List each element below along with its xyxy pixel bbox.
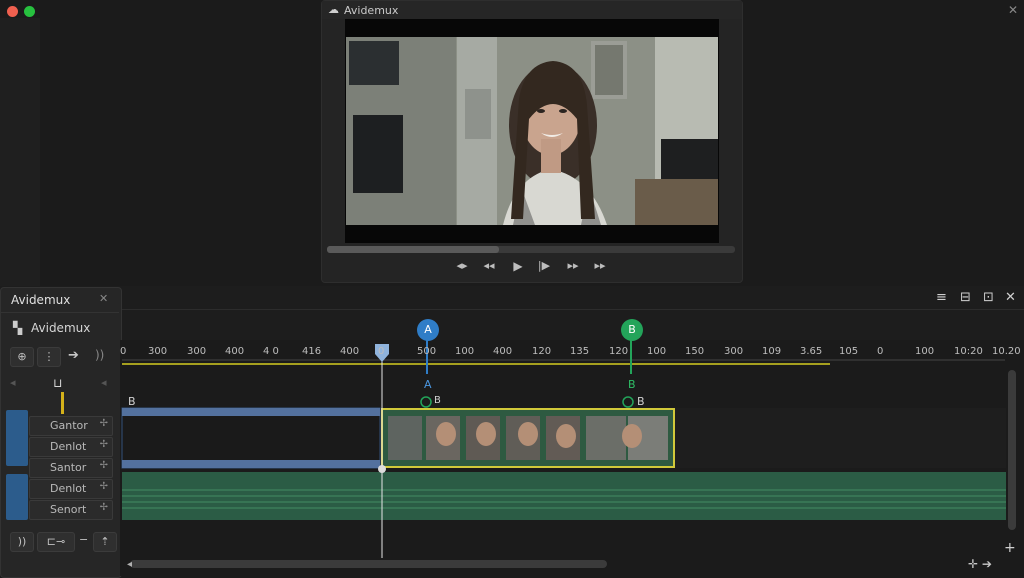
video-image <box>345 19 719 243</box>
side-panel-close-icon[interactable]: ✕ <box>99 292 108 305</box>
video-frame <box>345 19 719 243</box>
track-label-5[interactable]: Senort ✢ <box>29 500 113 520</box>
track-mark: B <box>637 395 645 408</box>
app-icon: ▚ <box>13 321 23 335</box>
menu-lines-icon[interactable]: ≡ <box>936 290 947 305</box>
ruler-label: 0 <box>120 346 127 357</box>
app-logo-icon: ☁ <box>328 3 339 16</box>
playhead-node[interactable] <box>378 465 386 473</box>
preview-title: Avidemux <box>344 4 399 17</box>
prev-frame-button[interactable]: ◂▸ <box>452 257 472 275</box>
audio-waves-icon[interactable]: )) <box>10 532 34 552</box>
audio-track-indicator <box>6 474 28 520</box>
track-label-4[interactable]: Denlot ✢ <box>29 479 113 499</box>
ruler-label: 3.65 <box>800 346 823 357</box>
track-mark: B <box>128 395 136 408</box>
scroll-left-icon[interactable]: ◂ <box>127 559 132 570</box>
split-icon[interactable]: ⋮ <box>37 347 61 367</box>
move-icon[interactable]: ✛ ➔ <box>968 557 992 571</box>
maximize-window-button[interactable] <box>24 6 35 17</box>
ruler-label: 100 <box>915 346 935 357</box>
ruler-label: 300 <box>187 346 207 357</box>
ruler-label: 300 <box>148 346 168 357</box>
ruler-label: 400 <box>225 346 245 357</box>
track-name: Denlot <box>50 482 87 495</box>
close-icon[interactable]: ✕ <box>1008 3 1018 17</box>
ruler-label: 400 <box>340 346 360 357</box>
preview-scrubber[interactable] <box>327 246 735 253</box>
ruler-label: 10:20 <box>954 346 983 357</box>
preview-titlebar: ☁ Avidemux <box>322 1 742 19</box>
audio-icon[interactable]: )) <box>95 348 104 362</box>
magnet-icon[interactable]: ⊔ <box>53 376 62 390</box>
play-button[interactable]: ▶ <box>508 257 528 275</box>
blue-clip[interactable] <box>121 407 381 469</box>
arrow-right-icon[interactable]: ➔ <box>68 348 79 363</box>
video-track-indicator <box>6 410 28 466</box>
track-name: Senort <box>50 503 87 516</box>
trim-icon[interactable]: ⊏⊸ <box>37 532 75 552</box>
ruler-label: 500 <box>417 346 437 357</box>
track-mark: B <box>434 395 441 406</box>
ruler-label: 0 <box>378 346 385 357</box>
app-name: Avidemux <box>31 321 91 335</box>
ruler-label: 4 0 <box>263 346 279 357</box>
ruler-label: 120 <box>532 346 552 357</box>
minus-icon[interactable]: − <box>79 533 88 546</box>
pin-icon[interactable]: ✢ <box>100 418 108 429</box>
marker-a-head[interactable]: A <box>417 319 439 341</box>
timeline-canvas <box>120 340 1024 576</box>
export-icon[interactable]: ⊡ <box>983 290 994 305</box>
next-icon: ◂ <box>101 376 107 389</box>
track-label-1[interactable]: Gantor ✢ <box>29 416 113 436</box>
ruler-label: 100 <box>455 346 475 357</box>
ruler-label: 135 <box>570 346 590 357</box>
track-name: Denlot <box>50 440 87 453</box>
vertical-scrollbar[interactable] <box>1008 370 1016 530</box>
ruler-label: 300 <box>724 346 744 357</box>
marker-b-head[interactable]: B <box>621 319 643 341</box>
close-window-button[interactable] <box>7 6 18 17</box>
marker-a-label: A <box>424 378 432 391</box>
side-panel: Avidemux ✕ ▚ Avidemux ⊕ ⋮ ➔ )) ⊔ ◂ ◂ Gan… <box>0 287 122 578</box>
left-dark-panel <box>0 18 40 286</box>
lock-icon[interactable]: ⊕ <box>10 347 34 367</box>
track-name: Gantor <box>50 419 88 432</box>
prev-icon: ◂ <box>10 376 16 389</box>
ruler-label: 416 <box>302 346 322 357</box>
next-keyframe-button[interactable]: |▶ <box>534 257 554 275</box>
pin-icon[interactable]: ✢ <box>100 460 108 471</box>
playhead-mini <box>61 392 64 414</box>
pin-icon[interactable]: ✢ <box>100 481 108 492</box>
ruler-label: 10.20 <box>992 346 1021 357</box>
ruler-label: 150 <box>685 346 705 357</box>
marker-b-label: B <box>628 378 636 391</box>
horizontal-scrollbar[interactable] <box>130 560 607 568</box>
ruler-label: 120 <box>609 346 629 357</box>
pin-icon[interactable]: ✢ <box>100 502 108 513</box>
close-icon[interactable]: ✕ <box>1005 290 1016 305</box>
clip-thumbnails <box>388 416 668 460</box>
rewind-button[interactable]: ◂◂ <box>479 257 499 275</box>
upload-icon[interactable]: ⇡ <box>93 532 117 552</box>
pin-icon[interactable]: ✢ <box>100 439 108 450</box>
ruler-label: 0 <box>877 346 884 357</box>
fast-forward-button[interactable]: ▸▸ <box>563 257 583 275</box>
divider <box>1 312 119 313</box>
track-name: Santor <box>50 461 87 474</box>
next-frame-button[interactable]: ▸▸ <box>590 257 610 275</box>
side-panel-title: Avidemux <box>11 293 71 307</box>
range-bar <box>122 363 830 365</box>
settings-sliders-icon[interactable]: ⊟ <box>960 290 971 305</box>
track-label-3[interactable]: Santor ✢ <box>29 458 113 478</box>
ruler-label: 400 <box>493 346 513 357</box>
add-icon[interactable]: + <box>1004 540 1016 556</box>
ruler-label: 100 <box>647 346 667 357</box>
editor-divider <box>120 309 1024 310</box>
ruler-label: 105 <box>839 346 859 357</box>
ruler-label: 109 <box>762 346 782 357</box>
preview-window: ☁ Avidemux ◂▸ ◂◂ ▶ |▶ ▸▸ ▸▸ <box>321 0 743 283</box>
track-label-2[interactable]: Denlot ✢ <box>29 437 113 457</box>
scrubber-fill <box>327 246 499 253</box>
